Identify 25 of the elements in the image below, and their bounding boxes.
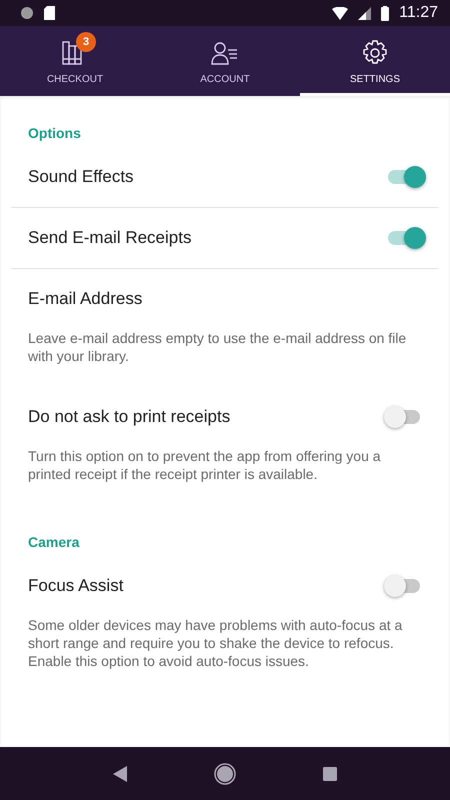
- status-circle-icon: [20, 6, 34, 20]
- status-time: 11:27: [399, 4, 438, 22]
- setting-label[interactable]: Focus Assist: [28, 576, 386, 596]
- setting-description: Leave e-mail address empty to use the e-mail address on file with your library.: [27, 329, 408, 366]
- toggle-switch[interactable]: [386, 574, 422, 598]
- section-title: Camera: [27, 533, 80, 552]
- nav-tab[interactable]: 3 CHECKOUT: [0, 26, 150, 96]
- nav-tab[interactable]: SETTINGS: [300, 26, 450, 96]
- setting-label[interactable]: E-mail Address: [28, 289, 422, 309]
- home-icon[interactable]: [214, 762, 236, 784]
- signal-icon: [358, 6, 372, 20]
- setting-description: Some older devices may have problems with auto-focus at a short range and require you to shake the device to refocus. Enable this option to avoid auto-focus issues.: [27, 616, 404, 671]
- sd-card-icon: [44, 6, 55, 20]
- setting-description: Turn this option on to prevent the app from offering you a printed receipt if the receipt printer is available.: [27, 447, 382, 484]
- setting-label[interactable]: Send E-mail Receipts: [28, 228, 386, 248]
- toggle-switch[interactable]: [386, 405, 422, 429]
- count-badge: 3: [76, 32, 96, 52]
- setting-label[interactable]: Sound Effects: [28, 167, 386, 187]
- setting-label[interactable]: Do not ask to print receipts: [28, 407, 386, 427]
- recents-icon[interactable]: [322, 766, 337, 780]
- section-title: Options: [27, 124, 82, 143]
- battery-icon: [381, 6, 390, 20]
- back-icon[interactable]: [113, 766, 128, 782]
- nav-tab[interactable]: ACCOUNT: [150, 26, 300, 96]
- wifi-icon: [332, 6, 348, 20]
